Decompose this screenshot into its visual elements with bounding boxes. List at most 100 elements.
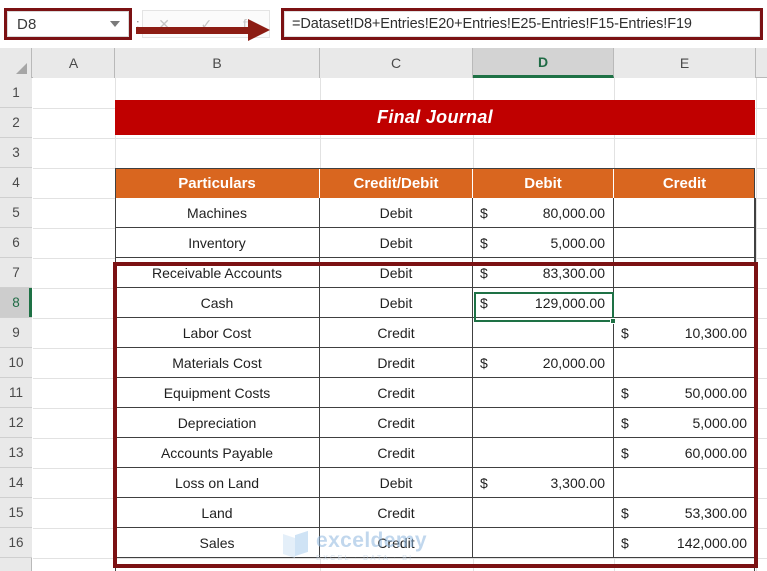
cell-text: 3,300.00 (550, 474, 606, 491)
row-header-15[interactable]: 15 (0, 498, 32, 528)
cell-credit-amount[interactable] (614, 348, 756, 378)
cell-text: Equipment Costs (163, 384, 271, 401)
row-header-10[interactable]: 10 (0, 348, 32, 378)
table-header-cell[interactable]: Credit/Debit (320, 168, 473, 198)
cell-debit-amount[interactable]: $20,000.00 (473, 348, 614, 378)
cell-debit-amount[interactable]: $80,000.00 (473, 198, 614, 228)
sheet-canvas: Final Journal Particulars Credit/Debit Deb… (33, 78, 767, 571)
cell-debit-amount[interactable]: $5,000.00 (473, 228, 614, 258)
cell-credit-amount[interactable]: $142,000.00 (614, 528, 756, 558)
row-header-9[interactable]: 9 (0, 318, 32, 348)
cell-text: Materials Cost (172, 354, 262, 371)
cell-debit-amount[interactable] (473, 378, 614, 408)
cell-particulars[interactable]: Accounts Payable (115, 438, 320, 468)
row-header-4[interactable]: 4 (0, 168, 32, 198)
cell-particulars[interactable]: Machines (115, 198, 320, 228)
row-header-13[interactable]: 13 (0, 438, 32, 468)
cell-credit-debit-type[interactable]: Credit (320, 378, 473, 408)
cell-debit-amount[interactable] (473, 498, 614, 528)
cell-particulars[interactable]: Loss on Land (115, 468, 320, 498)
cell-particulars[interactable]: Depreciation (115, 408, 320, 438)
row-header-2[interactable]: 2 (0, 108, 32, 138)
row-header-11[interactable]: 11 (0, 378, 32, 408)
cell-credit-debit-type[interactable]: Credit (320, 498, 473, 528)
cell-credit-debit-type[interactable]: Credit (320, 528, 473, 558)
row-header-label: 3 (12, 145, 20, 160)
cell-credit-amount[interactable] (614, 468, 756, 498)
cell-credit-amount[interactable] (614, 288, 756, 318)
cell-particulars[interactable]: Equipment Costs (115, 378, 320, 408)
name-box[interactable]: D8 (7, 11, 129, 37)
cell-credit-debit-type[interactable]: Debit (320, 228, 473, 258)
row-header-6[interactable]: 6 (0, 228, 32, 258)
cell-credit-amount[interactable]: $50,000.00 (614, 378, 756, 408)
cell-particulars[interactable]: Cash (115, 288, 320, 318)
cell-credit-debit-type[interactable]: Dredit (320, 348, 473, 378)
row-header-1[interactable]: 1 (0, 78, 32, 108)
formula-bar[interactable]: =Dataset!D8+Entries!E20+Entries!E25-Entr… (284, 11, 760, 37)
cell-credit-debit-type[interactable]: Credit (320, 438, 473, 468)
cell-credit-debit-type[interactable]: Debit (320, 258, 473, 288)
column-header-d[interactable]: D (473, 48, 614, 78)
row-header-5[interactable]: 5 (0, 198, 32, 228)
row-header-8[interactable]: 8 (0, 288, 32, 318)
cell-particulars[interactable]: Labor Cost (115, 318, 320, 348)
gridline-horizontal (33, 558, 767, 559)
cell-text: Land (201, 504, 233, 521)
column-header-e[interactable]: E (614, 48, 756, 78)
cell-text: Credit (377, 534, 415, 551)
column-header-b[interactable]: B (115, 48, 320, 78)
chevron-down-icon[interactable] (110, 21, 120, 27)
cell-particulars[interactable]: Sales (115, 528, 320, 558)
row-header-16[interactable]: 16 (0, 528, 32, 558)
cell-credit-amount[interactable]: $10,300.00 (614, 318, 756, 348)
cell-text: Labor Cost (182, 324, 252, 341)
row-header-7[interactable]: 7 (0, 258, 32, 288)
name-box-annotation: D8 (4, 8, 132, 40)
cell-credit-debit-type[interactable]: Debit (320, 288, 473, 318)
cell-debit-amount[interactable] (473, 408, 614, 438)
cell-debit-amount[interactable] (473, 528, 614, 558)
cell-text: Debit (379, 264, 413, 281)
currency-symbol: $ (621, 534, 629, 551)
cell-credit-debit-type[interactable]: Debit (320, 468, 473, 498)
row-header-3[interactable]: 3 (0, 138, 32, 168)
cell-credit-debit-type[interactable]: Debit (320, 198, 473, 228)
cell-particulars[interactable]: Land (115, 498, 320, 528)
gridline-horizontal (33, 138, 767, 139)
cell-text: Inventory (188, 234, 246, 251)
table-header-cell[interactable]: Debit (473, 168, 614, 198)
cell-particulars[interactable]: Inventory (115, 228, 320, 258)
cell-credit-amount[interactable]: $60,000.00 (614, 438, 756, 468)
table-header-cell[interactable]: Credit (614, 168, 756, 198)
name-box-value: D8 (17, 15, 37, 33)
cell-particulars[interactable]: Materials Cost (115, 348, 320, 378)
cell-credit-debit-type[interactable]: Credit (320, 318, 473, 348)
cell-credit-amount[interactable] (614, 198, 756, 228)
cell-debit-amount[interactable] (473, 318, 614, 348)
cell-credit-amount[interactable]: $5,000.00 (614, 408, 756, 438)
cell-credit-debit-type[interactable]: Credit (320, 408, 473, 438)
cell-debit-amount[interactable]: $83,300.00 (473, 258, 614, 288)
currency-symbol: $ (480, 264, 488, 281)
currency-symbol: $ (480, 354, 488, 371)
cell-debit-amount[interactable] (473, 438, 614, 468)
spreadsheet-grid: ABCDE 1 2 3 4 5 6 7 8 9 10 11 12 13 14 15 16 Final Jour… (0, 48, 767, 571)
select-all-corner-icon[interactable] (0, 48, 32, 78)
cell-text: 53,300.00 (684, 504, 747, 521)
cell-particulars[interactable]: Receivable Accounts (115, 258, 320, 288)
cell-text: 142,000.00 (676, 534, 747, 551)
cell-credit-amount[interactable] (614, 258, 756, 288)
cell-debit-amount[interactable]: $129,000.00 (473, 288, 614, 318)
row-header-14[interactable]: 14 (0, 468, 32, 498)
column-header-label: E (679, 55, 690, 71)
cell-text: Accounts Payable (160, 444, 274, 461)
table-header-cell[interactable]: Particulars (115, 168, 320, 198)
currency-symbol: $ (621, 414, 629, 431)
cell-credit-amount[interactable] (614, 228, 756, 258)
column-header-a[interactable]: A (33, 48, 115, 78)
row-header-12[interactable]: 12 (0, 408, 32, 438)
column-header-c[interactable]: C (320, 48, 473, 78)
cell-debit-amount[interactable]: $3,300.00 (473, 468, 614, 498)
cell-credit-amount[interactable]: $53,300.00 (614, 498, 756, 528)
